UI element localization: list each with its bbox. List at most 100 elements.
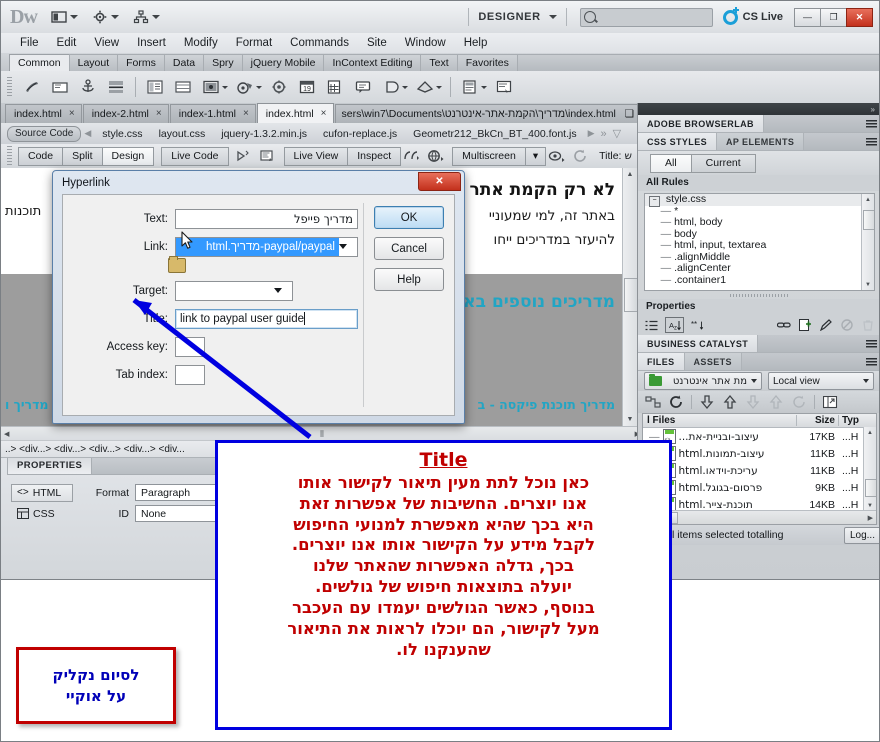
refresh-icon[interactable] <box>665 393 687 412</box>
get-files-icon[interactable] <box>696 393 718 412</box>
connect-to-remote-icon[interactable] <box>642 393 664 412</box>
title-field[interactable]: link to paypal user guide <box>175 308 358 329</box>
close-icon[interactable]: × <box>69 105 75 123</box>
target-field[interactable] <box>175 280 293 301</box>
view-select[interactable]: Local view <box>768 372 874 390</box>
multiscreen-button[interactable]: Multiscreen <box>452 146 526 166</box>
show-list-view-icon[interactable]: Az <box>665 317 684 333</box>
insert-tab-spry[interactable]: Spry <box>203 54 243 71</box>
scroll-right-icon[interactable]: ▶ <box>585 128 598 139</box>
scroll-down-icon[interactable]: ▼ <box>862 279 874 290</box>
insert-tab-forms[interactable]: Forms <box>117 54 165 71</box>
menu-item-edit[interactable]: Edit <box>48 37 86 49</box>
doc-tab-index[interactable]: index.html × <box>5 104 82 123</box>
more-files-icon[interactable]: » <box>598 128 610 140</box>
scrollbar-thumb[interactable] <box>624 278 637 312</box>
panel-collapse-bar[interactable]: » <box>638 103 879 115</box>
table-row[interactable]: עיצוב-ובניית-את...— 17KB ...H <box>643 428 876 445</box>
insert-widget-icon[interactable] <box>265 74 293 100</box>
design-horizontal-scrollbar[interactable]: ◀ ⦀ ▶ <box>1 426 644 441</box>
insert-image-icon[interactable] <box>197 74 225 100</box>
close-icon[interactable]: × <box>156 105 162 123</box>
related-file-cufon[interactable]: cufon-replace.js <box>315 128 405 140</box>
related-file-jquery[interactable]: jquery-1.3.2.min.js <box>213 128 315 140</box>
split-view-button[interactable]: Split <box>62 146 103 166</box>
preview-browser-icon[interactable] <box>424 146 448 166</box>
layout-switcher-button[interactable] <box>51 10 78 24</box>
hyperlink-icon[interactable] <box>18 74 46 100</box>
tab-assets[interactable]: ASSETS <box>684 353 742 370</box>
insert-tab-layout[interactable]: Layout <box>68 54 119 71</box>
restore-window-icon[interactable]: ❏ <box>625 105 634 123</box>
related-file-font-js[interactable]: Geometr212_BkCn_BT_400.font.js <box>405 128 584 140</box>
extend-settings-button[interactable] <box>92 10 119 24</box>
scroll-down-icon[interactable]: ▼ <box>623 413 637 426</box>
show-only-set-properties-icon[interactable]: ** <box>691 319 705 332</box>
scroll-left-icon[interactable]: ◀ <box>81 128 94 139</box>
ok-button[interactable]: OK <box>374 206 444 229</box>
files-horizontal-scrollbar[interactable]: ▶ <box>643 510 876 524</box>
doc-tab-index-active[interactable]: index.html × <box>256 103 334 123</box>
related-file-style-css[interactable]: style.css <box>94 128 150 140</box>
insert-media-icon[interactable] <box>231 74 259 100</box>
design-view-button[interactable]: Design <box>101 146 155 166</box>
drag-grip[interactable] <box>7 77 12 97</box>
insert-tab-jquery-mobile[interactable]: jQuery Mobile <box>241 54 325 71</box>
insert-tab-data[interactable]: Data <box>163 54 205 71</box>
scroll-up-icon[interactable]: ▲ <box>862 194 874 205</box>
code-view-button[interactable]: Code <box>18 146 64 166</box>
insert-server-side-include-icon[interactable] <box>321 74 349 100</box>
menu-item-site[interactable]: Site <box>358 37 396 49</box>
menu-item-help[interactable]: Help <box>455 37 497 49</box>
insert-head-content-icon[interactable] <box>377 74 405 100</box>
insert-script-icon[interactable] <box>411 74 439 100</box>
menu-item-insert[interactable]: Insert <box>128 37 175 49</box>
column-type[interactable]: Typ <box>838 415 876 426</box>
css-scope-current[interactable]: Current <box>690 153 756 173</box>
expand-panels-icon[interactable]: » <box>871 105 875 114</box>
column-size[interactable]: Size <box>796 415 838 426</box>
insert-date-icon[interactable]: 19 <box>293 74 321 100</box>
menu-item-commands[interactable]: Commands <box>281 37 358 49</box>
table-row[interactable]: עריכת-וידאו.html— 11KB ...H <box>643 462 876 479</box>
css-scope-all[interactable]: All <box>650 153 692 173</box>
scrollbar-grip[interactable]: ⦀ <box>320 429 324 440</box>
doc-tab-index-2[interactable]: index-2.html × <box>82 104 169 123</box>
expand-files-panel-icon[interactable] <box>819 393 841 412</box>
workspace-switcher[interactable]: DESIGNER <box>478 11 557 23</box>
attach-style-sheet-icon[interactable] <box>777 319 791 332</box>
insert-tab-incontext-editing[interactable]: InContext Editing <box>323 54 422 71</box>
show-category-view-icon[interactable] <box>644 319 658 332</box>
menu-item-view[interactable]: View <box>85 37 128 49</box>
browserlab-panel-menu[interactable] <box>861 115 879 132</box>
insert-table-icon[interactable] <box>169 74 197 100</box>
insert-templates-icon[interactable] <box>456 74 484 100</box>
site-manage-button[interactable] <box>133 10 160 24</box>
css-rule-stylesheet[interactable]: − style.css <box>645 194 874 207</box>
dialog-close-button[interactable]: ✕ <box>418 172 461 191</box>
bc-panel-menu[interactable] <box>861 335 879 352</box>
insert-div-tag-icon[interactable] <box>141 74 169 100</box>
menu-item-window[interactable]: Window <box>396 37 455 49</box>
tab-adobe-browserlab[interactable]: ADOBE BROWSERLAB <box>638 115 764 132</box>
menu-item-modify[interactable]: Modify <box>175 37 227 49</box>
scrollbar-thumb[interactable] <box>863 210 874 230</box>
scrollbar-thumb[interactable] <box>865 479 876 497</box>
put-files-icon[interactable] <box>719 393 741 412</box>
named-anchor-icon[interactable] <box>74 74 102 100</box>
panel-resize-handle[interactable] <box>638 291 879 299</box>
restore-button[interactable]: ❐ <box>820 7 847 27</box>
close-icon[interactable]: × <box>321 105 327 123</box>
tab-ap-elements[interactable]: AP ELEMENTS <box>717 133 805 150</box>
cs-live-label[interactable]: CS Live <box>743 11 783 23</box>
scroll-up-icon[interactable]: ▲ <box>623 168 637 181</box>
live-view-button[interactable]: Live View <box>283 146 349 166</box>
inspect-button[interactable]: Inspect <box>347 146 402 166</box>
refresh-icon[interactable] <box>569 146 593 166</box>
cancel-button[interactable]: Cancel <box>374 237 444 260</box>
tab-index-field[interactable] <box>175 364 205 385</box>
tab-files[interactable]: FILES <box>638 353 685 370</box>
insert-tab-text[interactable]: Text <box>420 54 458 71</box>
doc-tab-index-1[interactable]: index-1.html × <box>169 104 256 123</box>
menu-item-file[interactable]: File <box>11 37 48 49</box>
